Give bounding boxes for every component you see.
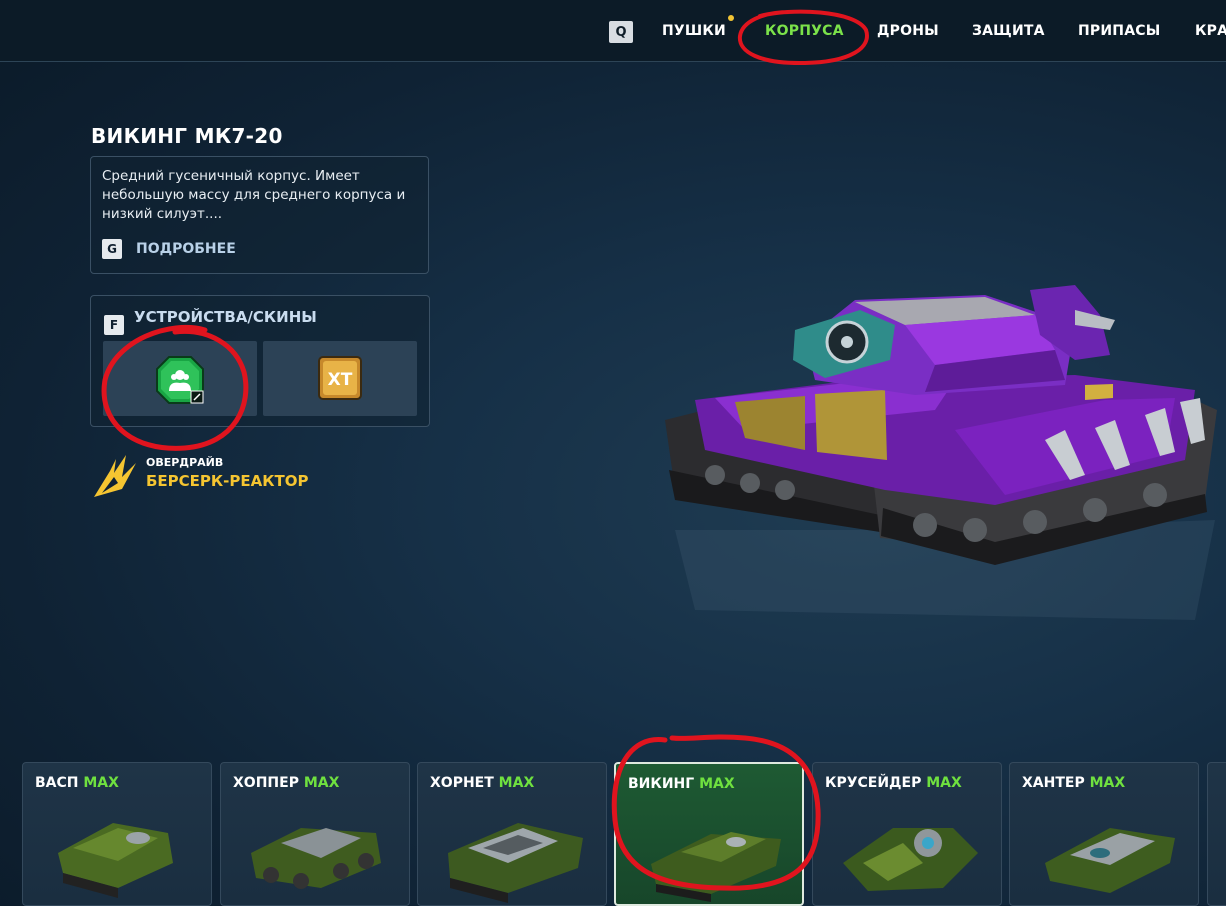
tank-preview-image (665, 285, 1217, 620)
hull-card-level: MAX (83, 775, 119, 791)
q-key-hint[interactable]: Q (609, 21, 633, 43)
tab-drones[interactable]: ДРОНЫ (877, 23, 939, 39)
hull-title: ВИКИНГ МК7-20 (91, 124, 283, 148)
hull-card-name: ХОРНЕТ (430, 775, 494, 791)
tab-hulls[interactable]: КОРПУСА (765, 23, 844, 39)
hull-card-viking[interactable]: ВИКИНГ MAX (614, 762, 804, 906)
devices-panel: F УСТРОЙСТВА/СКИНЫ XT (90, 295, 430, 427)
hull-card-level: MAX (1089, 775, 1126, 791)
hull-card-wasp[interactable]: ВАСП MAX (22, 762, 212, 906)
tab-paints[interactable]: КРА (1195, 23, 1226, 39)
hull-description: Средний гусеничный корпус. Имеет небольш… (102, 168, 406, 222)
description-panel: Средний гусеничный корпус. Имеет небольш… (90, 156, 429, 274)
hull-card-hunter[interactable]: ХАНТЕР MAX (1009, 762, 1199, 906)
hull-card-name: ВАСП (35, 775, 79, 791)
g-key-hint: G (102, 239, 122, 259)
tab-supplies[interactable]: ПРИПАСЫ (1078, 23, 1160, 39)
f-key-hint: F (104, 315, 124, 335)
more-details-link[interactable]: ПОДРОБНЕЕ (136, 241, 236, 257)
overdrive-label: ОВЕРДРАЙВ (146, 456, 224, 469)
hull-thumbnail-hornet (448, 823, 583, 903)
tab-protection[interactable]: ЗАЩИТА (972, 23, 1045, 39)
hull-thumbnail-hunter (1045, 828, 1175, 893)
devices-title[interactable]: УСТРОЙСТВА/СКИНЫ (134, 308, 317, 326)
hull-card-name: ХОППЕР (233, 775, 299, 791)
hull-card-partial[interactable] (1207, 762, 1226, 906)
device-slot-skin[interactable]: XT (263, 341, 417, 416)
hull-thumbnail-crusader (843, 828, 978, 891)
hull-card-name: ХАНТЕР (1022, 775, 1085, 791)
hull-thumbnail-viking (651, 832, 781, 902)
top-nav-bar: Q ПУШКИ КОРПУСА ДРОНЫ ЗАЩИТА ПРИПАСЫ КРА (0, 0, 1226, 62)
hull-card-level: MAX (926, 775, 962, 791)
hull-card-hornet[interactable]: ХОРНЕТ MAX (417, 762, 607, 906)
device-slot-augment[interactable] (103, 341, 257, 416)
overdrive-icon (94, 455, 136, 497)
hull-thumbnail-hopper (251, 828, 381, 889)
hull-card-level: MAX (498, 775, 535, 791)
hull-card-level: MAX (303, 775, 340, 791)
augment-icon (156, 356, 204, 404)
xt-skin-icon: XT (318, 356, 362, 400)
svg-text:XT: XT (328, 370, 353, 390)
overdrive-name[interactable]: БЕРСЕРК-РЕАКТОР (146, 472, 309, 490)
hull-card-name: КРУСЕЙДЕР (825, 775, 922, 791)
tab-guns[interactable]: ПУШКИ (662, 23, 726, 39)
hull-card-hopper[interactable]: ХОППЕР MAX (220, 762, 410, 906)
hull-card-name: ВИКИНГ (628, 776, 695, 792)
hull-thumbnail-wasp (58, 823, 173, 898)
notification-dot (728, 15, 734, 21)
hull-card-crusader[interactable]: КРУСЕЙДЕР MAX (812, 762, 1002, 906)
hull-card-level: MAX (699, 776, 735, 792)
